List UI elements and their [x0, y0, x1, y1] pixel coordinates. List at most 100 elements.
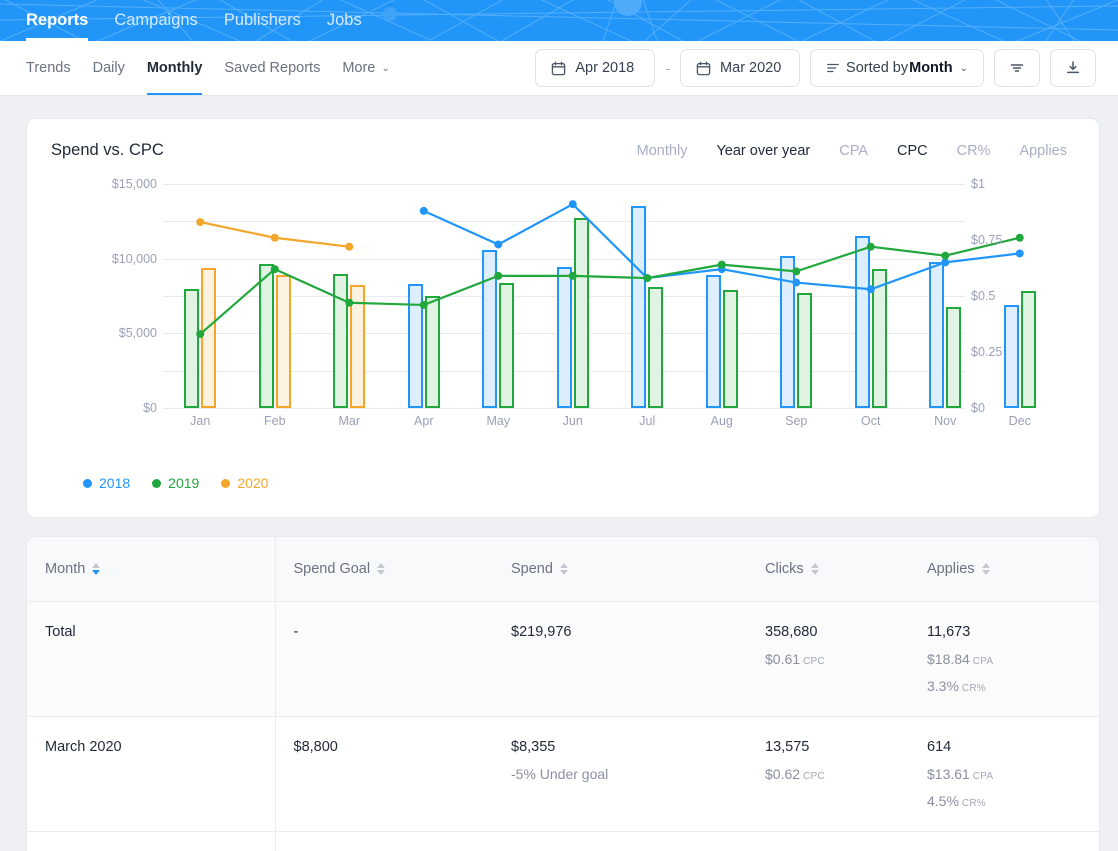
bar-2018-Apr[interactable]	[408, 284, 423, 408]
tab-trends[interactable]: Trends	[26, 41, 71, 95]
column-header-clicks[interactable]: Clicks	[747, 537, 909, 602]
bar-2018-Nov[interactable]	[929, 262, 944, 408]
bar-2019-Jul[interactable]	[648, 287, 663, 408]
cell-month: March 2020	[27, 717, 275, 832]
date-from-value: Apr 2018	[575, 60, 634, 76]
cell-spend-value: $8,355	[511, 739, 555, 755]
y-axis-right-tick: $0.75	[971, 233, 1002, 247]
chart-toggle-cpa[interactable]: CPA	[839, 143, 868, 159]
column-header-spend-goal[interactable]: Spend Goal	[275, 537, 493, 602]
legend-item-2018[interactable]: 2018	[83, 475, 130, 491]
sort-arrows-icon[interactable]	[377, 563, 385, 575]
bar-2019-Jun[interactable]	[574, 218, 589, 408]
metric-unit-label: CPC	[800, 771, 825, 782]
chart-toggle-cpc[interactable]: CPC	[897, 143, 928, 159]
calendar-icon	[696, 61, 711, 76]
topnav-item-campaigns[interactable]: Campaigns	[114, 0, 197, 41]
chart-bars	[163, 184, 965, 408]
topnav-label-reports: Reports	[26, 11, 88, 29]
chart-toggle-monthly[interactable]: Monthly	[637, 143, 688, 159]
download-icon	[1065, 60, 1081, 76]
toolbar-actions: Apr 2018 - Mar 2020 Sorted by Month ⌄	[535, 49, 1096, 87]
x-axis-tick: Nov	[934, 414, 956, 428]
legend-dot-2020	[221, 479, 230, 488]
y-axis-right-tick: $0.25	[971, 345, 1002, 359]
cell-clicks-value: 358,680	[765, 624, 817, 640]
sort-arrows-icon[interactable]	[811, 563, 819, 575]
bar-2018-Jul[interactable]	[631, 206, 646, 408]
tab-monthly[interactable]: Monthly	[147, 41, 203, 95]
bar-2018-Dec[interactable]	[1004, 305, 1019, 408]
bar-2019-Mar[interactable]	[333, 274, 348, 408]
bar-2019-Feb[interactable]	[259, 264, 274, 408]
tab-saved-reports[interactable]: Saved Reports	[224, 41, 320, 95]
date-from-picker[interactable]: Apr 2018	[535, 49, 655, 87]
chart-toggle-year-over-year[interactable]: Year over year	[716, 143, 810, 159]
cell-clicks-sub: $0.62 CPC	[765, 766, 909, 782]
topnav-item-reports[interactable]: Reports	[26, 0, 88, 41]
bar-2019-Sep[interactable]	[797, 293, 812, 408]
tab-label-daily: Daily	[93, 60, 125, 76]
bar-2020-Jan[interactable]	[201, 268, 216, 408]
cell-spend-goal-value: $8,800	[294, 739, 338, 755]
topnav-item-publishers[interactable]: Publishers	[224, 0, 301, 41]
cell-clicks-value: 13,575	[765, 739, 809, 755]
point-2019-11[interactable]	[1016, 234, 1024, 242]
table-row[interactable]: March 2020$8,800$8,355-5% Under goal13,5…	[27, 717, 1099, 832]
bar-2018-Sep[interactable]	[780, 256, 795, 408]
column-header-month[interactable]: Month	[27, 537, 275, 602]
bar-2018-Jun[interactable]	[557, 267, 572, 408]
cell-spend-sub: -5% Under goal	[511, 766, 747, 782]
tab-more[interactable]: More ⌄	[342, 41, 389, 95]
filter-button[interactable]	[994, 49, 1040, 87]
cell-applies-sub: 4.5% CR%	[927, 793, 1099, 809]
bar-2020-Feb[interactable]	[276, 275, 291, 408]
bar-2020-Mar[interactable]	[350, 285, 365, 408]
bar-2019-Oct[interactable]	[872, 269, 887, 408]
x-axis-tick: Aug	[711, 414, 733, 428]
bar-2018-May[interactable]	[482, 250, 497, 408]
bar-2018-Aug[interactable]	[706, 275, 721, 408]
column-header-applies[interactable]: Applies	[909, 537, 1099, 602]
chart-legend: 2018 2019 2020	[83, 475, 268, 491]
date-to-picker[interactable]: Mar 2020	[680, 49, 800, 87]
chart-toggle-crpct[interactable]: CR%	[957, 143, 991, 159]
table-row[interactable]: February 2020$8,750$8,478-3% Under goal1…	[27, 832, 1099, 851]
column-label-month: Month	[45, 561, 85, 577]
x-axis-tick: Jun	[563, 414, 583, 428]
sort-arrows-icon[interactable]	[92, 563, 100, 575]
topnav-item-jobs[interactable]: Jobs	[327, 0, 362, 41]
topnav-label-publishers: Publishers	[224, 11, 301, 29]
cell-clicks: 13,575 $0.62 CPC	[747, 717, 909, 832]
bar-2019-May[interactable]	[499, 283, 514, 408]
legend-item-2019[interactable]: 2019	[152, 475, 199, 491]
bar-2019-Dec[interactable]	[1021, 291, 1036, 408]
cell-month: Total	[27, 602, 275, 717]
point-2018-8[interactable]	[1016, 249, 1024, 257]
legend-label-2019: 2019	[168, 475, 199, 491]
sort-arrows-icon[interactable]	[982, 563, 990, 575]
column-header-spend[interactable]: Spend	[493, 537, 747, 602]
filter-icon	[1009, 60, 1025, 76]
bar-2019-Aug[interactable]	[723, 290, 738, 408]
bar-2019-Jan[interactable]	[184, 289, 199, 408]
chart-header: Spend vs. CPC Monthly Year over year CPA…	[51, 141, 1077, 160]
tab-label-more: More	[342, 60, 375, 76]
chart-title: Spend vs. CPC	[51, 141, 164, 160]
table-header-row: Month Spend Goal Spend	[27, 537, 1099, 602]
cell-month: February 2020	[27, 832, 275, 851]
chart-toggle-applies[interactable]: Applies	[1019, 143, 1067, 159]
sort-dropdown[interactable]: Sorted by Month ⌄	[810, 49, 984, 87]
legend-item-2020[interactable]: 2020	[221, 475, 268, 491]
download-button[interactable]	[1050, 49, 1096, 87]
bar-2018-Oct[interactable]	[855, 236, 870, 408]
bar-2019-Apr[interactable]	[425, 296, 440, 408]
y-axis-left-tick: $5,000	[119, 326, 157, 340]
tab-daily[interactable]: Daily	[93, 41, 125, 95]
sort-label: Sorted by	[846, 60, 908, 76]
sort-arrows-icon[interactable]	[560, 563, 568, 575]
table-row[interactable]: Total-$219,976358,680$0.61 CPC11,673$18.…	[27, 602, 1099, 717]
bar-2019-Nov[interactable]	[946, 307, 961, 408]
date-range-separator: -	[665, 60, 670, 76]
sort-icon	[826, 61, 840, 75]
